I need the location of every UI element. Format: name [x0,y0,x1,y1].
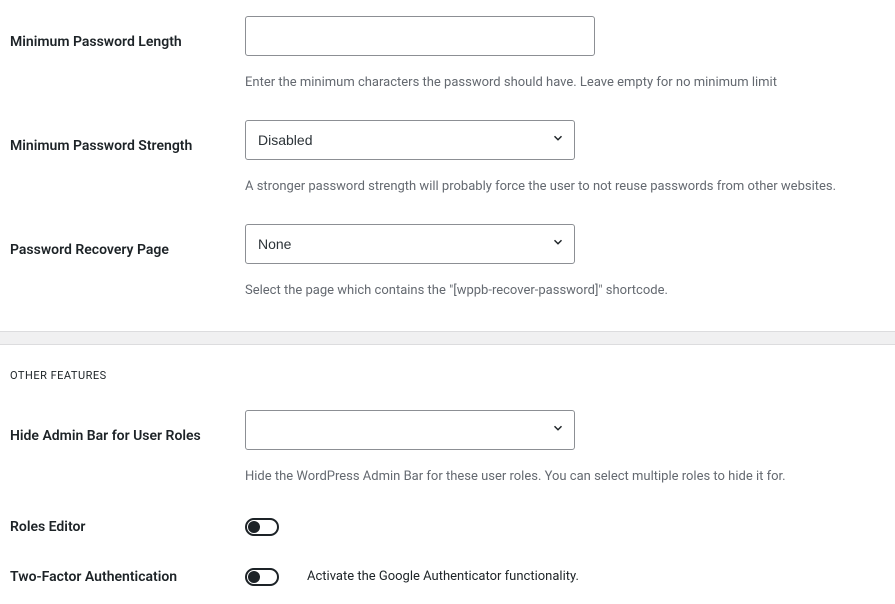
settings-form: Minimum Password Length Enter the minimu… [0,0,895,586]
label-password-recovery-page: Password Recovery Page [10,242,169,258]
label-hide-admin-bar: Hide Admin Bar for User Roles [10,428,201,444]
label-two-factor-auth: Two-Factor Authentication [10,569,177,585]
row-password-recovery-page: Password Recovery Page None Select the p… [0,208,895,300]
help-hide-admin-bar: Hide the WordPress Admin Bar for these u… [245,468,875,486]
toggle-knob-icon [248,521,260,533]
section-divider [0,331,895,345]
roles-editor-toggle[interactable] [245,518,279,536]
two-factor-auth-desc: Activate the Google Authenticator functi… [307,569,579,584]
help-min-password-strength: A stronger password strength will probab… [245,178,875,196]
row-hide-admin-bar: Hide Admin Bar for User Roles Hide the W… [0,394,895,486]
label-min-password-strength: Minimum Password Strength [10,138,192,154]
min-password-strength-select[interactable]: Disabled [245,120,575,160]
row-two-factor-auth: Two-Factor Authentication Activate the G… [0,548,895,586]
label-roles-editor: Roles Editor [10,519,85,535]
hide-admin-bar-select[interactable] [245,410,575,450]
password-recovery-page-select[interactable]: None [245,224,575,264]
help-min-password-length: Enter the minimum characters the passwor… [245,74,875,92]
min-password-length-input[interactable] [245,16,595,56]
section-heading-other-features: OTHER FEATURES [0,345,895,394]
row-min-password-strength: Minimum Password Strength Disabled A str… [0,104,895,196]
help-password-recovery-page: Select the page which contains the "[wpp… [245,282,875,300]
two-factor-auth-toggle[interactable] [245,568,279,586]
row-roles-editor: Roles Editor [0,498,895,536]
label-min-password-length: Minimum Password Length [10,34,182,50]
toggle-knob-icon [248,571,260,583]
row-min-password-length: Minimum Password Length Enter the minimu… [0,0,895,92]
